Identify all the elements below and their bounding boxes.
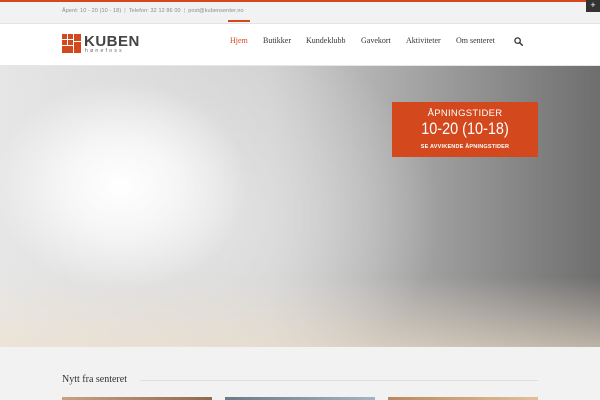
opening-hours-text: Åpent: 10 - 20 (10 - 18) — [62, 8, 122, 14]
news-section-title: Nytt fra senteret — [62, 374, 127, 385]
opening-hours-title: ÅPNINGSTIDER — [427, 108, 503, 119]
separator: | — [124, 8, 126, 14]
nav-item-aktiviteter[interactable]: Aktiviteter — [406, 24, 441, 66]
news-section: Nytt fra senteret — [0, 347, 600, 400]
search-icon[interactable] — [514, 37, 523, 46]
logo-mark-icon — [62, 34, 81, 53]
logo[interactable]: KUBEN hønefoss — [62, 33, 162, 58]
nav-item-hjem[interactable]: Hjem — [228, 20, 250, 66]
logo-subtitle: hønefoss — [85, 48, 124, 54]
opening-hours-time: 10-20 (10-18) — [421, 119, 509, 138]
sliding-bar-toggle[interactable]: + — [586, 0, 600, 12]
contact-info: Åpent: 10 - 20 (10 - 18) | Telefon: 32 12 … — [62, 8, 244, 14]
email-link[interactable]: post@kubensenter.no — [188, 8, 244, 14]
nav-item-butikker[interactable]: Butikker — [263, 24, 291, 66]
separator: | — [183, 8, 186, 14]
nav-item-om-senteret[interactable]: Om senteret — [456, 24, 495, 66]
deviating-hours-link[interactable]: SE AVVIKENDE ÅPNINGSTIDER — [392, 144, 538, 150]
phone-text: Telefon: 32 12 86 00 — [128, 8, 181, 14]
section-divider — [140, 380, 538, 381]
top-info-bar: Åpent: 10 - 20 (10 - 18) | Telefon: 32 12 … — [0, 2, 600, 24]
nav-item-gavekort[interactable]: Gavekort — [361, 24, 391, 66]
hero-bottom-glow — [0, 277, 600, 347]
site-header: KUBEN hønefoss Hjem Butikker Kundeklubb … — [0, 20, 600, 66]
nav-item-kundeklubb[interactable]: Kundeklubb — [306, 24, 346, 66]
opening-hours-box: ÅPNINGSTIDER 10-20 (10-18) SE AVVIKENDE … — [392, 102, 538, 157]
hero-banner: ÅPNINGSTIDER 10-20 (10-18) SE AVVIKENDE … — [0, 66, 600, 347]
